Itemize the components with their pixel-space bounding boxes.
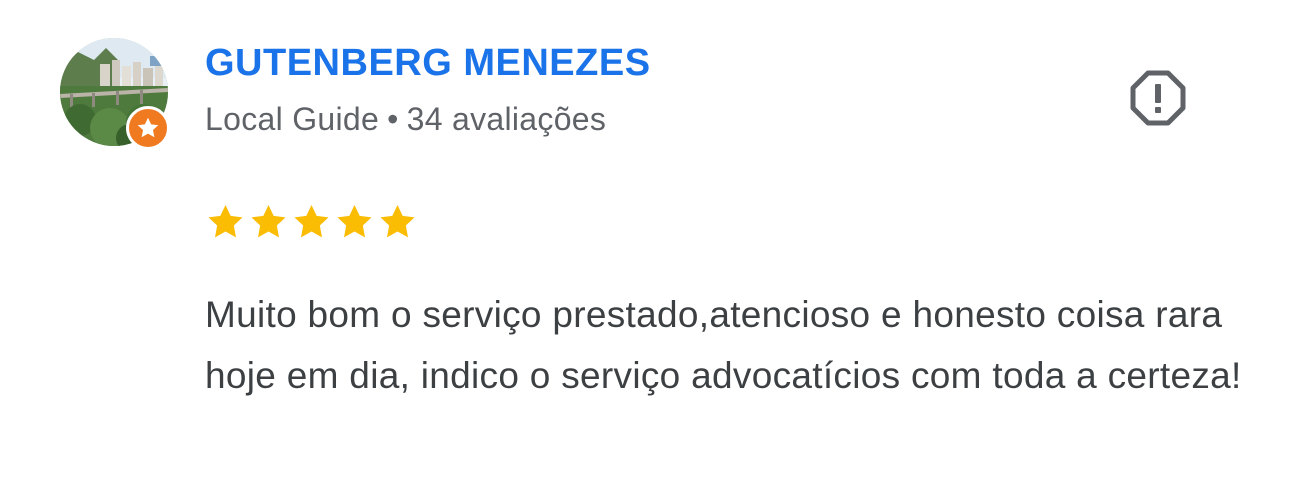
author-avatar[interactable] — [60, 38, 170, 150]
review-card: GUTENBERG MENEZES Local Guide • 34 avaliaç… — [0, 0, 1290, 486]
star-icon — [294, 205, 329, 238]
review-text: Muito bom o serviço prestado,atencioso e… — [205, 294, 1242, 396]
author-name[interactable]: GUTENBERG MENEZES — [205, 42, 651, 85]
local-guide-label: Local Guide — [205, 101, 380, 137]
star-rating — [205, 202, 418, 242]
star-icon — [337, 205, 372, 238]
review-count: 34 avaliações — [406, 101, 607, 137]
report-flag-icon — [1130, 70, 1186, 126]
star-icon — [380, 205, 415, 238]
meta-separator: • — [387, 101, 399, 137]
report-review-button[interactable] — [1128, 68, 1188, 128]
star-icon — [208, 205, 243, 238]
author-meta: Local Guide • 34 avaliações — [205, 101, 606, 138]
star-icon — [251, 205, 286, 238]
local-guide-star-icon — [126, 106, 170, 150]
